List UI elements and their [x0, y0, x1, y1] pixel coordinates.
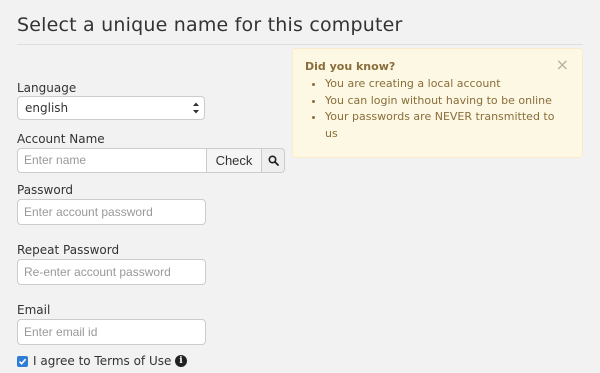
language-selected-value: english	[25, 101, 69, 115]
check-button[interactable]: Check	[206, 148, 262, 173]
account-name-label: Account Name	[17, 132, 105, 146]
search-button[interactable]	[261, 148, 285, 173]
list-item: You can login without having to be onlin…	[325, 93, 570, 110]
password-label: Password	[17, 183, 74, 197]
select-arrows-icon	[193, 102, 199, 114]
title-divider	[17, 44, 583, 45]
terms-checkbox[interactable]	[17, 356, 28, 367]
tips-list: You are creating a local account You can…	[305, 76, 570, 142]
tips-heading: Did you know?	[305, 60, 396, 73]
repeat-password-label: Repeat Password	[17, 243, 120, 257]
language-label: Language	[17, 81, 77, 95]
page-title: Select a unique name for this computer	[17, 14, 403, 36]
tips-alert: Did you know? × You are creating a local…	[292, 48, 583, 158]
language-select[interactable]: english	[17, 96, 205, 120]
checkmark-icon	[18, 358, 27, 365]
info-icon[interactable]: i	[175, 355, 187, 367]
list-item: Your passwords are NEVER transmitted to …	[325, 109, 570, 142]
email-input[interactable]: Enter email id	[17, 319, 206, 345]
password-input[interactable]: Enter account password	[17, 199, 206, 225]
list-item: You are creating a local account	[325, 76, 570, 93]
search-icon	[268, 155, 279, 166]
account-name-group: Enter name Check	[17, 148, 285, 173]
account-name-input[interactable]: Enter name	[17, 148, 207, 173]
terms-label[interactable]: I agree to Terms of Use	[33, 354, 171, 368]
email-label: Email	[17, 303, 51, 317]
repeat-password-input[interactable]: Re-enter account password	[17, 259, 206, 285]
close-icon[interactable]: ×	[556, 57, 569, 73]
